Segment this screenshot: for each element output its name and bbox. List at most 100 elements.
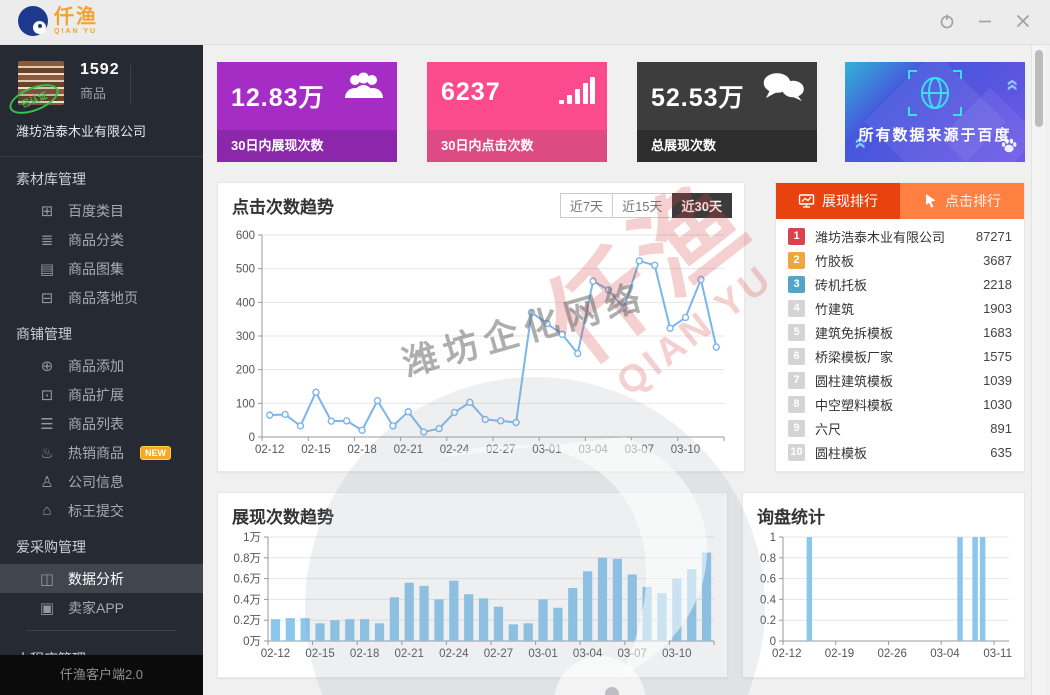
rank-name: 砖机托板: [815, 275, 983, 294]
svg-text:0.2万: 0.2万: [234, 615, 262, 627]
grid-icon: ⊞: [38, 202, 56, 220]
range-button[interactable]: 近7天: [560, 193, 613, 218]
stat-label: 30日内展现次数: [217, 130, 397, 162]
svg-text:03-10: 03-10: [662, 648, 691, 660]
svg-text:1: 1: [770, 532, 776, 544]
svg-text:02-12: 02-12: [772, 648, 801, 660]
date-range-buttons: 近7天近15天近30天: [561, 193, 732, 218]
svg-text:03-07: 03-07: [618, 648, 647, 660]
scrollbar-thumb[interactable]: [1035, 50, 1043, 127]
menu-divider: [26, 630, 177, 631]
baidu-paw-icon: [1001, 138, 1017, 158]
stat-value: 12.83万: [231, 78, 325, 114]
sidebar-item[interactable]: ☰商品列表: [0, 409, 203, 438]
minimize-icon[interactable]: [976, 12, 994, 30]
panel-title: 点击次数趋势: [232, 193, 334, 218]
rank-badge: 5: [788, 324, 805, 341]
rank-badge: 8: [788, 396, 805, 413]
sidebar-item[interactable]: ⊕商品添加: [0, 351, 203, 380]
rank-value: 87271: [976, 229, 1012, 244]
rank-name: 潍坊浩泰木业有限公司: [815, 227, 976, 246]
svg-text:03-11: 03-11: [983, 648, 1012, 660]
svg-text:0: 0: [770, 636, 776, 648]
window-controls: [938, 12, 1032, 30]
svg-text:300: 300: [236, 331, 255, 343]
svg-text:02-27: 02-27: [484, 648, 513, 660]
rank-value: 891: [990, 421, 1012, 436]
expand-icon: ⊡: [38, 386, 56, 404]
stat-label: 总展现次数: [637, 130, 817, 162]
svg-text:500: 500: [236, 264, 255, 276]
baidu-data-banner[interactable]: » » 所有数据来源于百度: [845, 62, 1025, 162]
rank-badge: 9: [788, 420, 805, 437]
rank-value: 1903: [983, 301, 1012, 316]
scrollbar-track[interactable]: [1031, 45, 1045, 695]
stat-value: 6237: [441, 78, 501, 107]
impressions-trend-panel: 展现次数趋势 0万0.2万0.4万0.6万0.8万1万02-1202-1502-…: [217, 492, 728, 678]
sidebar-item-label: 商品分类: [68, 230, 124, 250]
sidebar-item-label: 商品图集: [68, 259, 124, 279]
rank-value: 1030: [983, 397, 1012, 412]
ranking-row: 8中空塑料模板1030: [788, 392, 1012, 416]
ranking-row: 1潍坊浩泰木业有限公司87271: [788, 224, 1012, 248]
sidebar-section-header: 爱采购管理: [0, 525, 203, 564]
chat-bubbles-icon: [761, 72, 805, 109]
app-logo: 仟渔 QIAN YU: [18, 6, 98, 36]
svg-text:03-07: 03-07: [625, 444, 654, 456]
rank-badge: 6: [788, 348, 805, 365]
add-circle-icon: ⊕: [38, 357, 56, 375]
sidebar-item[interactable]: ⊡ 商品扩展: [0, 380, 203, 409]
app-window: 仟渔 QIAN YU 已认证 1592 商品 潍坊浩泰木业有: [0, 0, 1050, 695]
sidebar-item[interactable]: ⊞百度类目: [0, 196, 203, 225]
ranking-list: 1潍坊浩泰木业有限公司872712竹胶板36873砖机托板22184竹建筑190…: [788, 224, 1012, 467]
svg-text:0.4万: 0.4万: [234, 594, 262, 606]
svg-text:02-27: 02-27: [486, 444, 515, 456]
impressions-trend-chart: 0万0.2万0.4万0.6万0.8万1万02-1202-1502-1802-21…: [224, 529, 722, 676]
new-badge: NEW: [140, 446, 171, 460]
sidebar-menu: 素材库管理⊞百度类目≣商品分类▤商品图集⊟商品落地页商铺管理⊕商品添加⊡商品扩展…: [0, 157, 203, 676]
layers-icon: ≣: [38, 231, 56, 249]
stat-card-clicks-30d: 6237 30日内点击次数: [427, 62, 607, 162]
range-button[interactable]: 近30天: [672, 193, 732, 218]
svg-text:0.2: 0.2: [760, 615, 776, 627]
sidebar-item[interactable]: ▤商品图集: [0, 254, 203, 283]
ranking-tab[interactable]: 展现排行: [776, 183, 900, 219]
svg-text:03-01: 03-01: [528, 648, 557, 660]
sidebar-item[interactable]: ♨热销商品NEW: [0, 438, 203, 467]
rank-name: 六尺: [815, 419, 990, 438]
svg-text:0.4: 0.4: [760, 594, 777, 606]
inquiry-stats: 00.20.40.60.8102-1202-1902-2603-0403-11: [749, 529, 1019, 671]
rank-badge: 2: [788, 252, 805, 269]
sidebar-item[interactable]: ♙公司信息: [0, 467, 203, 496]
ranking-row: 3砖机托板2218: [788, 272, 1012, 296]
main-content: 12.83万 30日内展现次数 6237 30日内点击次数 52.53万 总展现…: [203, 45, 1050, 695]
inquiry-stats-chart: 00.20.40.60.8102-1202-1902-2603-0403-11: [749, 529, 1019, 676]
close-icon[interactable]: [1014, 12, 1032, 30]
svg-text:0万: 0万: [243, 636, 261, 648]
chart-board-icon: [798, 193, 815, 209]
svg-text:03-04: 03-04: [573, 648, 603, 660]
svg-text:400: 400: [236, 297, 255, 309]
svg-text:02-15: 02-15: [301, 444, 330, 456]
sidebar-item[interactable]: ≣ 商品分类: [0, 225, 203, 254]
svg-text:1万: 1万: [243, 532, 261, 544]
ranking-tab[interactable]: 点击排行: [900, 183, 1024, 219]
sidebar-item[interactable]: ⊟商品落地页: [0, 283, 203, 312]
ranking-row: 6桥梁模板厂家1575: [788, 344, 1012, 368]
sidebar-item[interactable]: ⌂标王提交: [0, 496, 203, 525]
rank-value: 3687: [983, 253, 1012, 268]
ranking-tab-label: 点击排行: [945, 191, 1001, 211]
rank-name: 竹建筑: [815, 299, 983, 318]
sidebar-item[interactable]: ▣卖家APP: [0, 593, 203, 622]
rank-name: 圆柱模板: [815, 443, 990, 462]
stat-card-impressions-total: 52.53万 总展现次数: [637, 62, 817, 162]
chevron-up-icon: »: [998, 79, 1024, 91]
svg-text:600: 600: [236, 230, 255, 242]
range-button[interactable]: 近15天: [612, 193, 672, 218]
rank-value: 1575: [983, 349, 1012, 364]
sidebar-item[interactable]: ◫数据分析: [0, 564, 203, 593]
sidebar-section-header: 素材库管理: [0, 157, 203, 196]
fire-icon: ♨: [38, 444, 56, 462]
power-icon[interactable]: [938, 12, 956, 30]
sidebar-item-label: 商品扩展: [68, 385, 124, 405]
